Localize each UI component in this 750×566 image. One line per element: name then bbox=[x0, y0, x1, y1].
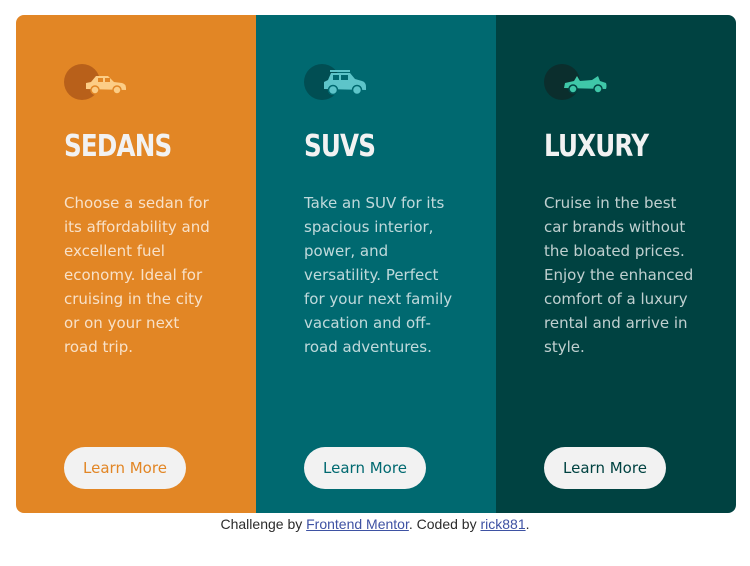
frontend-mentor-link[interactable]: Frontend Mentor bbox=[306, 516, 409, 532]
sedan-car-icon bbox=[64, 64, 130, 100]
card-suvs: SUVS Take an SUV for its spacious interi… bbox=[256, 15, 496, 513]
attribution-footer: Challenge by Frontend Mentor. Coded by r… bbox=[0, 514, 750, 534]
learn-more-button[interactable]: Learn More bbox=[544, 447, 666, 489]
card-title: LUXURY bbox=[544, 129, 649, 164]
card-title: SEDANS bbox=[64, 129, 172, 164]
card-description: Cruise in the best car brands without th… bbox=[544, 194, 694, 356]
card-title: SUVS bbox=[304, 129, 376, 164]
card-description: Choose a sedan for its affordability and… bbox=[64, 194, 210, 356]
author-link[interactable]: rick881 bbox=[480, 516, 525, 532]
cards-container: SEDANS Choose a sedan for its affordabil… bbox=[16, 15, 736, 513]
learn-more-button[interactable]: Learn More bbox=[304, 447, 426, 489]
footer-prefix: Challenge by bbox=[220, 516, 307, 532]
footer-suffix: . bbox=[525, 516, 530, 532]
card-description: Take an SUV for its spacious interior, p… bbox=[304, 194, 453, 356]
luxury-car-icon bbox=[544, 64, 610, 100]
card-sedans: SEDANS Choose a sedan for its affordabil… bbox=[16, 15, 256, 513]
learn-more-button[interactable]: Learn More bbox=[64, 447, 186, 489]
footer-middle: . Coded by bbox=[408, 516, 481, 532]
card-luxury: LUXURY Cruise in the best car brands wit… bbox=[496, 15, 736, 513]
suv-car-icon bbox=[304, 64, 370, 100]
